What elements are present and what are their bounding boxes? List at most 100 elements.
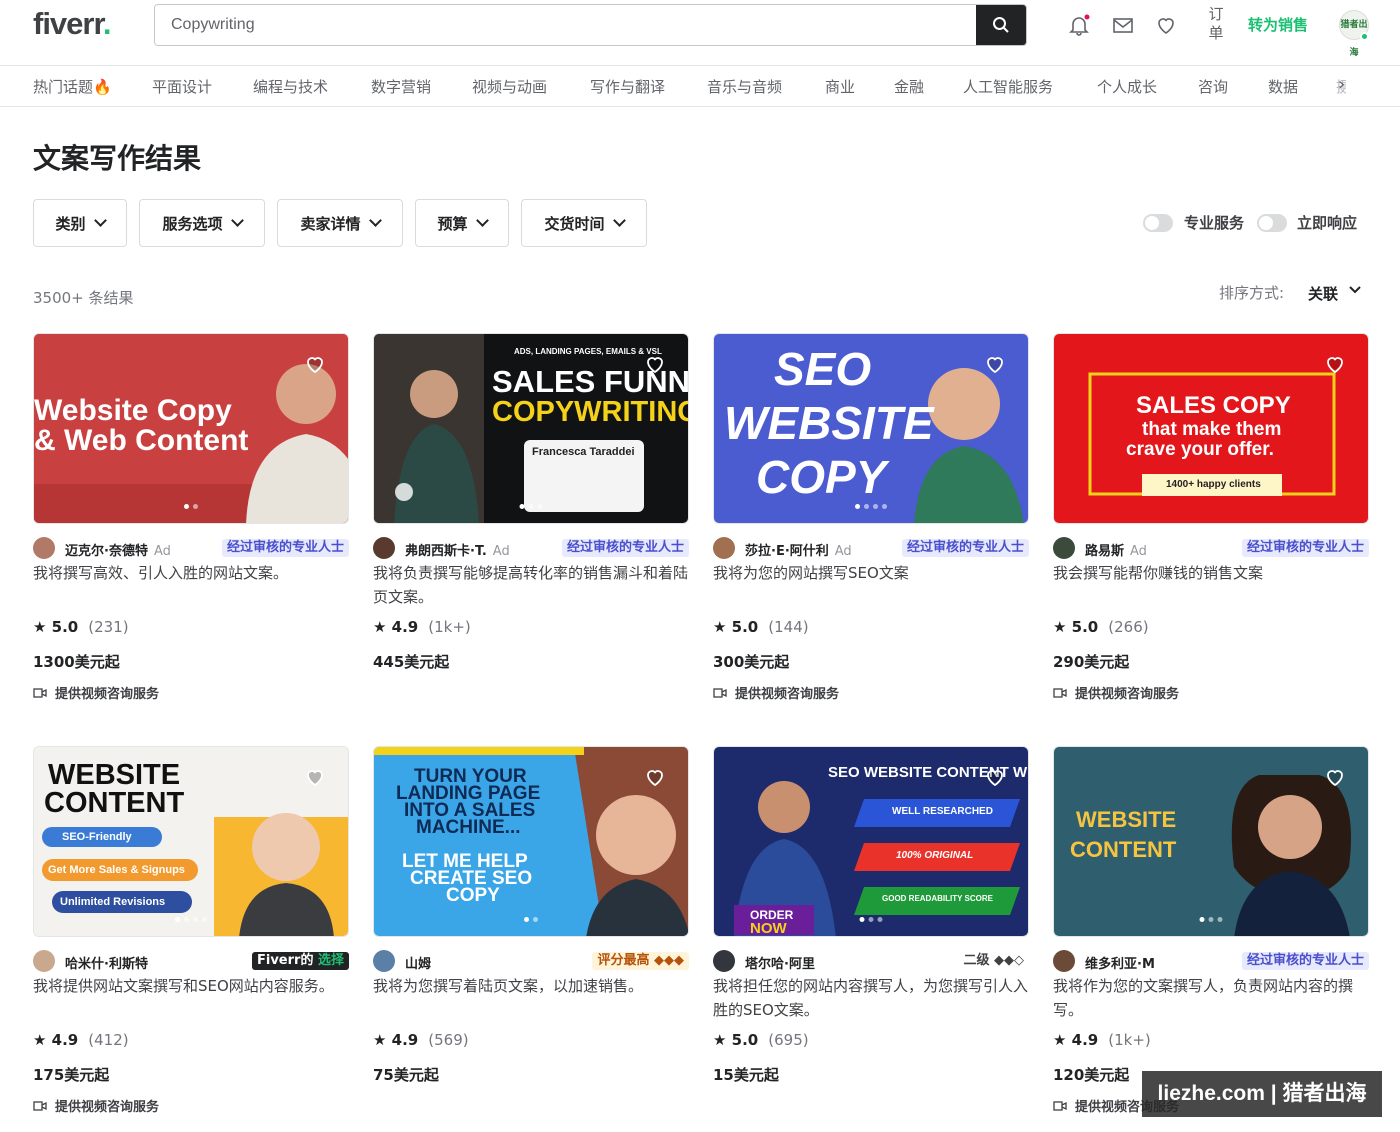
- seller-row: 山姆 评分最高 ◆◆◆: [373, 950, 689, 972]
- gig-thumbnail[interactable]: SALES COPY that make them crave your off…: [1053, 333, 1369, 524]
- category-item[interactable]: 音乐与音频: [707, 76, 782, 97]
- category-item[interactable]: 热门话题🔥: [33, 76, 112, 97]
- category-item[interactable]: 咨询: [1198, 76, 1228, 97]
- search-input[interactable]: [155, 5, 977, 45]
- gig-card[interactable]: SEO WEBSITE COPY 莎拉·E·阿什利 Ad 经过审核的专业人士 我将…: [713, 333, 1029, 713]
- become-seller-link[interactable]: 转为销售: [1248, 14, 1308, 35]
- category-item[interactable]: 个人成长: [1097, 76, 1157, 97]
- favorite-heart-icon[interactable]: [302, 352, 328, 376]
- gig-thumbnail[interactable]: WEBSITE CONTENT SEO-Friendly Get More Sa…: [33, 746, 349, 937]
- seller-avatar[interactable]: [1053, 537, 1075, 559]
- gig-title[interactable]: 我将作为您的文案撰写人，负责网站内容的撰写。: [1053, 974, 1369, 1022]
- filter-service-options[interactable]: 服务选项: [139, 199, 265, 247]
- gig-thumbnail[interactable]: Website Copy & Web Content: [33, 333, 349, 524]
- thumb-text: COPY: [756, 451, 887, 503]
- gig-title[interactable]: 我会撰写能帮你赚钱的销售文案: [1053, 561, 1369, 585]
- filter-category[interactable]: 类别: [33, 199, 127, 247]
- thumb-text: crave your offer.: [1126, 439, 1274, 460]
- seller-name[interactable]: 迈克尔·奈德特 Ad: [65, 540, 171, 559]
- gig-title[interactable]: 我将担任您的网站内容撰写人，为您撰写引人入胜的SEO文案。: [713, 974, 1029, 1022]
- carousel-dots[interactable]: [855, 504, 887, 509]
- seller-name[interactable]: 弗朗西斯卡·T. Ad: [405, 540, 510, 559]
- category-item[interactable]: 平面设计: [152, 76, 212, 97]
- category-item[interactable]: 金融: [894, 76, 924, 97]
- pro-services-toggle[interactable]: [1143, 214, 1173, 232]
- favorite-heart-icon[interactable]: [982, 352, 1008, 376]
- thumb-text: COPYWRITING: [492, 396, 689, 428]
- fiverr-choice-badge: Fiverr的 选择: [252, 952, 349, 970]
- category-item[interactable]: 商业: [825, 76, 855, 97]
- gig-card[interactable]: TURN YOUR LANDING PAGE INTO A SALES MACH…: [373, 746, 689, 1126]
- gig-title[interactable]: 我将提供网站文案撰写和SEO网站内容服务。: [33, 974, 349, 998]
- seller-name[interactable]: 维多利亚·M: [1085, 953, 1155, 972]
- seller-avatar[interactable]: [373, 950, 395, 972]
- favorite-heart-icon[interactable]: [642, 765, 668, 789]
- filter-delivery-time[interactable]: 交货时间: [521, 199, 647, 247]
- favorite-heart-icon[interactable]: [302, 765, 328, 789]
- gig-rating: ★ 4.9 (569): [373, 1031, 469, 1049]
- category-item[interactable]: 编程与技术: [253, 76, 328, 97]
- carousel-dots[interactable]: [1199, 917, 1223, 922]
- carousel-dots[interactable]: [519, 504, 543, 509]
- gig-card[interactable]: WEBSITE CONTENT SEO-Friendly Get More Sa…: [33, 746, 349, 1126]
- category-item[interactable]: 视频与动画: [472, 76, 547, 97]
- gig-card[interactable]: Website Copy & Web Content 迈克尔·奈德特 Ad 经过审…: [33, 333, 349, 713]
- gig-thumbnail[interactable]: TURN YOUR LANDING PAGE INTO A SALES MACH…: [373, 746, 689, 937]
- gig-card[interactable]: SALES COPY that make them crave your off…: [1053, 333, 1369, 713]
- seller-avatar[interactable]: [713, 537, 735, 559]
- category-item[interactable]: 数字营销: [371, 76, 431, 97]
- gig-price: 75美元起: [373, 1066, 439, 1084]
- carousel-dots[interactable]: [175, 917, 207, 922]
- gig-title[interactable]: 我将撰写高效、引人入胜的网站文案。: [33, 561, 349, 585]
- gig-thumbnail[interactable]: ADS, LANDING PAGES, EMAILS & VSL SALES F…: [373, 333, 689, 524]
- category-item[interactable]: 人工智能服务: [963, 76, 1053, 97]
- thumb-text: CONTENT: [1070, 837, 1177, 862]
- instant-response-toggle[interactable]: [1257, 214, 1287, 232]
- category-item[interactable]: 数据: [1268, 76, 1298, 97]
- heart-icon[interactable]: [1154, 13, 1178, 37]
- sort-dropdown[interactable]: 关联: [1308, 283, 1338, 304]
- orders-link[interactable]: 订单: [1206, 5, 1226, 43]
- seller-name[interactable]: 塔尔哈·阿里: [745, 953, 815, 972]
- favorite-heart-icon[interactable]: [982, 765, 1008, 789]
- chevron-down-icon[interactable]: [1349, 286, 1361, 294]
- vetted-pro-badge: 经过审核的专业人士: [1241, 539, 1369, 557]
- chevron-down-icon: [93, 214, 107, 227]
- gig-thumbnail[interactable]: SEO WEBSITE CONTENT WRITER WELL RESEARCH…: [713, 746, 1029, 937]
- nav-scroll-right-icon[interactable]: ›: [1338, 74, 1345, 95]
- seller-avatar[interactable]: [1053, 950, 1075, 972]
- gig-title[interactable]: 我将为您撰写着陆页文案，以加速销售。: [373, 974, 689, 998]
- carousel-dots[interactable]: [859, 917, 883, 922]
- filter-seller-details[interactable]: 卖家详情: [277, 199, 403, 247]
- vetted-pro-badge: 经过审核的专业人士: [561, 539, 689, 557]
- thumb-text: SALES COPY: [1136, 392, 1291, 419]
- gig-card[interactable]: WEBSITE CONTENT 维多利亚·M 经过审核的专业人士 我将作为您的文…: [1053, 746, 1369, 1126]
- carousel-dots[interactable]: [524, 917, 538, 922]
- gig-card[interactable]: SEO WEBSITE CONTENT WRITER WELL RESEARCH…: [713, 746, 1029, 1126]
- seller-name[interactable]: 莎拉·E·阿什利 Ad: [745, 540, 852, 559]
- gig-thumbnail[interactable]: WEBSITE CONTENT: [1053, 746, 1369, 937]
- seller-name[interactable]: 山姆: [405, 953, 431, 972]
- gig-card[interactable]: ADS, LANDING PAGES, EMAILS & VSL SALES F…: [373, 333, 689, 713]
- mail-icon[interactable]: [1111, 13, 1135, 37]
- search-button[interactable]: [976, 5, 1026, 45]
- gig-title[interactable]: 我将负责撰写能够提高转化率的销售漏斗和着陆页文案。: [373, 561, 689, 609]
- gig-title[interactable]: 我将为您的网站撰写SEO文案: [713, 561, 1029, 585]
- seller-name[interactable]: 路易斯 Ad: [1085, 540, 1147, 559]
- seller-row: 路易斯 Ad 经过审核的专业人士: [1053, 537, 1369, 559]
- category-item[interactable]: 写作与翻译: [590, 76, 665, 97]
- seller-avatar[interactable]: [713, 950, 735, 972]
- top-rated-badge: 评分最高 ◆◆◆: [592, 952, 689, 970]
- seller-name[interactable]: 哈米什·利斯特: [65, 953, 148, 972]
- seller-avatar[interactable]: [373, 537, 395, 559]
- favorite-heart-icon[interactable]: [1322, 352, 1348, 376]
- carousel-dots[interactable]: [184, 504, 198, 509]
- favorite-heart-icon[interactable]: [1322, 765, 1348, 789]
- filter-budget[interactable]: 预算: [415, 199, 509, 247]
- seller-avatar[interactable]: [33, 950, 55, 972]
- favorite-heart-icon[interactable]: [642, 352, 668, 376]
- bell-icon[interactable]: [1067, 13, 1091, 37]
- gig-thumbnail[interactable]: SEO WEBSITE COPY: [713, 333, 1029, 524]
- seller-avatar[interactable]: [33, 537, 55, 559]
- fiverr-logo[interactable]: fiverr.: [33, 6, 111, 42]
